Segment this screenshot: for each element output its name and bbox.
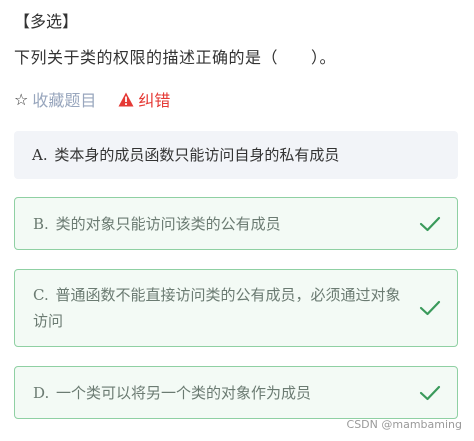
option-text: C. 普通函数不能直接访问类的公有成员，必须通过对象访问 [33, 286, 401, 330]
option-text: A. 类本身的成员函数只能访问自身的私有成员 [32, 146, 340, 164]
option-letter: B. [33, 214, 49, 233]
option-letter: A. [32, 146, 48, 164]
option-letter: D. [33, 383, 50, 402]
watermark: CSDN @mambaming [346, 418, 462, 431]
report-error-button[interactable]: 纠错 [118, 87, 170, 111]
question-type-tag: 【多选】 [14, 12, 79, 31]
check-icon [419, 385, 441, 400]
favorite-button[interactable]: ☆ 收藏题目 [14, 87, 96, 111]
warning-triangle-icon [118, 92, 134, 106]
report-label: 纠错 [138, 91, 171, 110]
question-text: 下列关于类的权限的描述正确的是（ ）。 [14, 48, 337, 67]
option-text: B. 类的对象只能访问该类的公有成员 [33, 214, 281, 233]
option-text: D. 一个类可以将另一个类的对象作为成员 [33, 383, 312, 402]
option-c[interactable]: C. 普通函数不能直接访问类的公有成员，必须通过对象访问 [14, 269, 458, 347]
option-b[interactable]: B. 类的对象只能访问该类的公有成员 [14, 197, 458, 250]
option-letter: C. [33, 286, 49, 304]
option-d[interactable]: D. 一个类可以将另一个类的对象作为成员 [14, 366, 458, 419]
check-icon [419, 216, 441, 231]
favorite-label: 收藏题目 [32, 91, 97, 110]
check-icon [419, 300, 441, 316]
question-actions: ☆ 收藏题目 纠错 [14, 87, 170, 111]
star-outline-icon: ☆ [14, 89, 29, 109]
option-a[interactable]: A. 类本身的成员函数只能访问自身的私有成员 [14, 131, 458, 179]
